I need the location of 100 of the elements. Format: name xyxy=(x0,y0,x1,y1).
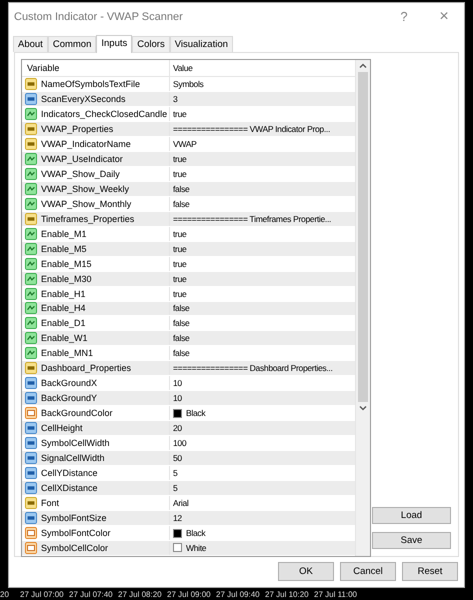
variable-name: VWAP_Properties xyxy=(41,124,114,134)
value-text: false xyxy=(173,184,190,194)
string-type-icon xyxy=(25,78,37,90)
scroll-thumb[interactable] xyxy=(358,72,368,402)
variable-name: Dashboard_Properties xyxy=(41,363,132,374)
variable-name: VWAP_Show_Daily xyxy=(41,168,120,179)
tab[interactable]: Inputs xyxy=(96,35,132,53)
variable-name: SymbolCellColor xyxy=(41,542,108,553)
value-text: true xyxy=(173,258,186,269)
help-button[interactable]: ? xyxy=(384,9,424,24)
string-type-icon xyxy=(25,138,37,150)
bool-type-icon xyxy=(25,108,37,120)
value-text: false xyxy=(173,303,190,314)
value-text: 50 xyxy=(173,453,182,464)
variable-name: Enable_H4 xyxy=(41,303,86,314)
variable-name: Font xyxy=(41,498,60,508)
column-header: Variable xyxy=(22,60,170,76)
time-axis-label: 27 Jul 09:00 xyxy=(167,590,212,598)
value-text: true xyxy=(173,228,186,239)
variable-name: BackGroundColor xyxy=(41,408,113,418)
time-axis-label: 27 Jul 09:40 xyxy=(216,590,261,598)
int-type-icon xyxy=(25,422,37,434)
variable-name: SymbolCellWidth xyxy=(41,438,110,448)
string-type-icon xyxy=(25,497,37,510)
window-title: Custom Indicator - VWAP Scanner xyxy=(14,10,184,22)
side-button[interactable]: Save xyxy=(372,532,451,549)
int-type-icon xyxy=(25,437,37,450)
int-type-icon xyxy=(25,482,37,494)
dialog-button[interactable]: Cancel xyxy=(340,562,396,581)
bool-type-icon xyxy=(25,182,37,195)
variable-name: Enable_M30 xyxy=(41,274,92,284)
tab[interactable]: Visualization xyxy=(170,36,233,52)
int-type-icon xyxy=(25,92,37,105)
time-axis-label: 27 Jul 08:20 xyxy=(118,590,163,598)
bool-type-icon xyxy=(25,347,37,360)
value-text: 100 xyxy=(173,438,186,448)
bool-type-icon xyxy=(25,317,37,330)
variable-name: VWAP_Show_Weekly xyxy=(41,184,130,194)
tab[interactable]: About xyxy=(13,36,48,52)
dialog-button[interactable]: OK xyxy=(278,562,334,581)
value-text: 20 xyxy=(173,423,182,434)
bool-type-icon xyxy=(25,242,37,255)
tab[interactable]: Common xyxy=(48,36,96,52)
bool-type-icon xyxy=(25,302,37,314)
bool-type-icon xyxy=(25,272,37,285)
value-text: true xyxy=(173,288,186,299)
time-axis-label: 27 Jul 10:20 xyxy=(265,590,310,598)
variable-name: CellXDistance xyxy=(41,483,98,494)
variable-name: CellHeight xyxy=(41,423,83,434)
variable-name: SymbolFontColor xyxy=(41,528,111,538)
variable-name: VWAP_UseIndicator xyxy=(41,154,123,164)
value-text: true xyxy=(173,154,186,164)
value-text: Symbols xyxy=(173,78,204,89)
bool-type-icon xyxy=(25,152,37,165)
value-text: true xyxy=(173,274,186,284)
string-type-icon xyxy=(25,212,37,225)
value-text: ================ VWAP Indicator Prop... xyxy=(173,124,330,134)
close-button[interactable]: × xyxy=(424,8,464,26)
time-axis-label: 27 Jul 07:40 xyxy=(69,590,114,598)
value-text: 3 xyxy=(173,94,178,104)
value-text: Black xyxy=(186,528,206,538)
side-button[interactable]: Load xyxy=(372,507,451,524)
variable-name: VWAP_IndicatorName xyxy=(41,138,131,149)
string-type-icon xyxy=(25,362,37,374)
bool-type-icon xyxy=(25,198,37,210)
dialog-button[interactable]: Reset xyxy=(402,562,458,581)
int-type-icon xyxy=(25,452,37,464)
variable-name: Enable_M15 xyxy=(41,258,92,269)
value-text: true xyxy=(173,168,186,179)
variable-name: Enable_H1 xyxy=(41,288,86,299)
variable-name: Enable_M5 xyxy=(41,244,87,254)
scrollbar[interactable] xyxy=(355,60,370,556)
variable-name: Enable_D1 xyxy=(41,318,86,328)
value-text: 10 xyxy=(173,378,182,388)
bool-type-icon xyxy=(25,258,37,270)
value-text: false xyxy=(173,348,190,358)
int-type-icon xyxy=(25,467,37,480)
variable-name: BackGroundX xyxy=(41,378,98,388)
value-text: Arial xyxy=(173,498,189,508)
variable-name: Enable_W1 xyxy=(41,333,88,344)
time-axis-label: 27 Jul 07:00 xyxy=(20,590,65,598)
value-text: VWAP xyxy=(173,138,197,149)
variable-name: Enable_MN1 xyxy=(41,348,94,358)
variable-name: BackGroundY xyxy=(41,393,98,404)
value-text: 5 xyxy=(173,483,178,494)
variable-name: ScanEveryXSeconds xyxy=(41,94,126,104)
value-text: Black xyxy=(186,408,206,418)
column-header: Value xyxy=(172,62,194,75)
value-text: ================ Timeframes Propertie... xyxy=(173,214,332,224)
variable-name: CellYDistance xyxy=(41,468,98,478)
value-text: false xyxy=(173,333,190,344)
variable-name: Enable_M1 xyxy=(41,228,87,239)
tab[interactable]: Colors xyxy=(132,36,170,52)
variable-name: Timeframes_Properties xyxy=(41,214,134,224)
bool-type-icon xyxy=(25,228,37,240)
time-axis-label: 27 Jul 11:00 xyxy=(314,590,358,598)
value-text: 5 xyxy=(173,468,178,478)
value-text: false xyxy=(173,198,190,209)
variable-name: Indicators_CheckClosedCandle xyxy=(41,108,168,119)
bool-type-icon xyxy=(25,332,37,344)
